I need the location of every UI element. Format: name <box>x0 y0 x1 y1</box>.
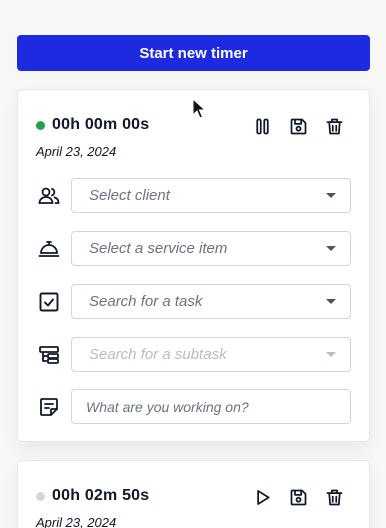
timer-card-paused: 00h 02m 50s April 23, 2024 <box>17 460 370 528</box>
trash-icon[interactable] <box>323 486 345 508</box>
running-indicator <box>36 120 45 130</box>
save-icon[interactable] <box>287 115 309 137</box>
timer-date: April 23, 2024 <box>36 515 117 528</box>
timer-actions <box>251 115 345 137</box>
subtask-select[interactable]: Search for a subtask <box>71 337 351 372</box>
notes-field-row <box>36 389 351 424</box>
task-select-placeholder: Search for a task <box>89 293 203 310</box>
checkbox-icon <box>36 289 62 315</box>
timer-card-active: 00h 00m 00s April 23, 2024 Select client… <box>17 89 370 442</box>
client-select[interactable]: Select client <box>71 178 351 213</box>
chevron-down-icon <box>326 246 336 251</box>
pause-icon[interactable] <box>251 115 273 137</box>
start-new-timer-button[interactable]: Start new timer <box>17 35 370 71</box>
service-select-placeholder: Select a service item <box>89 240 228 257</box>
subtask-field-row: Search for a subtask <box>36 337 351 372</box>
elapsed-time: 00h 00m 00s <box>52 116 150 133</box>
service-bell-icon <box>36 236 62 262</box>
play-icon[interactable] <box>251 486 273 508</box>
chevron-down-icon <box>326 299 336 304</box>
subtask-select-placeholder: Search for a subtask <box>89 346 227 363</box>
timer-status: 00h 02m 50s <box>36 487 149 505</box>
users-icon <box>36 183 62 209</box>
elapsed-time: 00h 02m 50s <box>52 487 150 504</box>
save-icon[interactable] <box>287 486 309 508</box>
mouse-cursor-icon <box>192 98 206 119</box>
timer-date: April 23, 2024 <box>36 144 117 159</box>
task-select[interactable]: Search for a task <box>71 284 351 319</box>
paused-indicator <box>36 491 45 501</box>
work-description-input[interactable] <box>71 389 351 424</box>
chevron-down-icon <box>326 352 336 357</box>
subtask-icon <box>36 342 62 368</box>
task-field-row: Search for a task <box>36 284 351 319</box>
timer-status: 00h 00m 00s <box>36 116 149 134</box>
client-select-placeholder: Select client <box>89 187 170 204</box>
service-item-select[interactable]: Select a service item <box>71 231 351 266</box>
service-field-row: Select a service item <box>36 231 351 266</box>
trash-icon[interactable] <box>323 115 345 137</box>
note-icon <box>36 394 62 420</box>
client-field-row: Select client <box>36 178 351 213</box>
timer-actions <box>251 486 345 508</box>
chevron-down-icon <box>326 193 336 198</box>
